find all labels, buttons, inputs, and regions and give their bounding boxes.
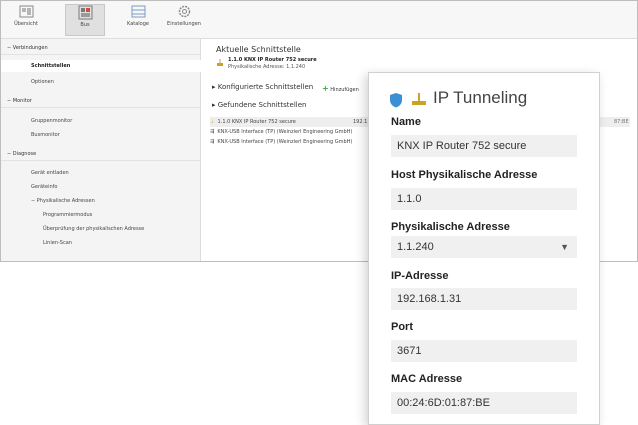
name-label: Name: [391, 116, 421, 128]
sidebar-item-programmiermodus[interactable]: Programmiermodus: [1, 209, 201, 221]
chevron-icon: ▸: [212, 101, 216, 109]
host-address-label: Host Physikalische Adresse: [391, 169, 538, 181]
host-address-field[interactable]: 1.1.0: [391, 188, 577, 210]
current-interface-title: Aktuelle Schnittstelle: [216, 45, 301, 54]
name-field[interactable]: KNX IP Router 752 secure: [391, 135, 577, 157]
collapse-icon: −: [7, 45, 12, 51]
toolbar-overview-button[interactable]: Übersicht: [7, 4, 45, 36]
mac-address-label: MAC Adresse: [391, 373, 463, 385]
chevron-down-icon: ▼: [560, 242, 569, 252]
sidebar-item-schnittstellen[interactable]: Schnittstellen: [1, 60, 201, 72]
ip-tunneling-panel: IP Tunneling Name KNX IP Router 752 secu…: [368, 72, 600, 425]
current-interface-address: Physikalische Adresse: 1.1.240: [228, 64, 306, 70]
toolbar-catalog-button[interactable]: Kataloge: [119, 4, 157, 36]
sidebar-item-ueberpruefung[interactable]: Überprüfung der physikalischen Adresse: [1, 223, 201, 235]
toolbar-settings-button[interactable]: Einstellungen: [165, 4, 203, 36]
router-icon: ⊥: [210, 119, 215, 125]
sidebar-section-diagnose[interactable]: − Diagnose: [1, 148, 201, 161]
shield-icon: [390, 93, 402, 108]
mac-address-field[interactable]: 00:24:6D:01:87:BE: [391, 392, 577, 414]
physical-address-select[interactable]: 1.1.240 ▼: [391, 236, 577, 258]
configured-interfaces-header[interactable]: ▸ Konfigurierte Schnittstellen: [212, 83, 313, 91]
usb-icon: ⇶: [210, 139, 215, 145]
ip-address-field[interactable]: 192.168.1.31: [391, 288, 577, 310]
toolbar: Übersicht Bus Kataloge Einstellungen: [1, 1, 637, 39]
sidebar-item-geraet-entladen[interactable]: Gerät entladen: [1, 167, 201, 179]
catalog-icon: [131, 5, 145, 18]
ip-address-label: IP-Adresse: [391, 270, 449, 282]
sidebar-section-monitor[interactable]: − Monitor: [1, 95, 201, 108]
sidebar-section-verbindungen[interactable]: − Verbindungen: [1, 42, 201, 55]
router-icon: [412, 93, 426, 105]
collapse-icon: −: [31, 198, 36, 204]
panel-header: IP Tunneling: [385, 87, 595, 111]
plus-icon: +: [322, 84, 329, 93]
add-interface-button[interactable]: + Hinzufügen: [322, 84, 359, 93]
router-icon: [217, 59, 223, 66]
sidebar-item-phys-adressen[interactable]: − Physikalische Adressen: [1, 195, 201, 207]
sidebar-item-geraeteinfo[interactable]: Geräteinfo: [1, 181, 201, 193]
physical-address-label: Physikalische Adresse: [391, 221, 510, 233]
gear-icon: [178, 5, 190, 18]
bus-icon: [78, 5, 92, 20]
overview-icon: [19, 5, 33, 18]
toolbar-bus-button[interactable]: Bus: [65, 4, 105, 36]
sidebar-item-gruppenmonitor[interactable]: Gruppenmonitor: [1, 115, 201, 127]
port-field[interactable]: 3671: [391, 340, 577, 362]
sidebar-item-optionen[interactable]: Optionen: [1, 76, 201, 88]
port-label: Port: [391, 321, 413, 333]
chevron-icon: ▸: [212, 83, 216, 91]
collapse-icon: −: [7, 151, 12, 157]
sidebar-item-linien-scan[interactable]: Linien-Scan: [1, 237, 201, 249]
sidebar: − Verbindungen Schnittstellen Optionen −…: [1, 39, 201, 261]
collapse-icon: −: [7, 98, 12, 104]
current-interface-name: 1.1.0 KNX IP Router 752 secure: [228, 57, 317, 63]
panel-title: IP Tunneling: [433, 88, 528, 107]
usb-icon: ⇶: [210, 129, 215, 135]
sidebar-item-busmonitor[interactable]: Busmonitor: [1, 129, 201, 141]
found-interfaces-header[interactable]: ▸ Gefundene Schnittstellen: [212, 101, 306, 109]
